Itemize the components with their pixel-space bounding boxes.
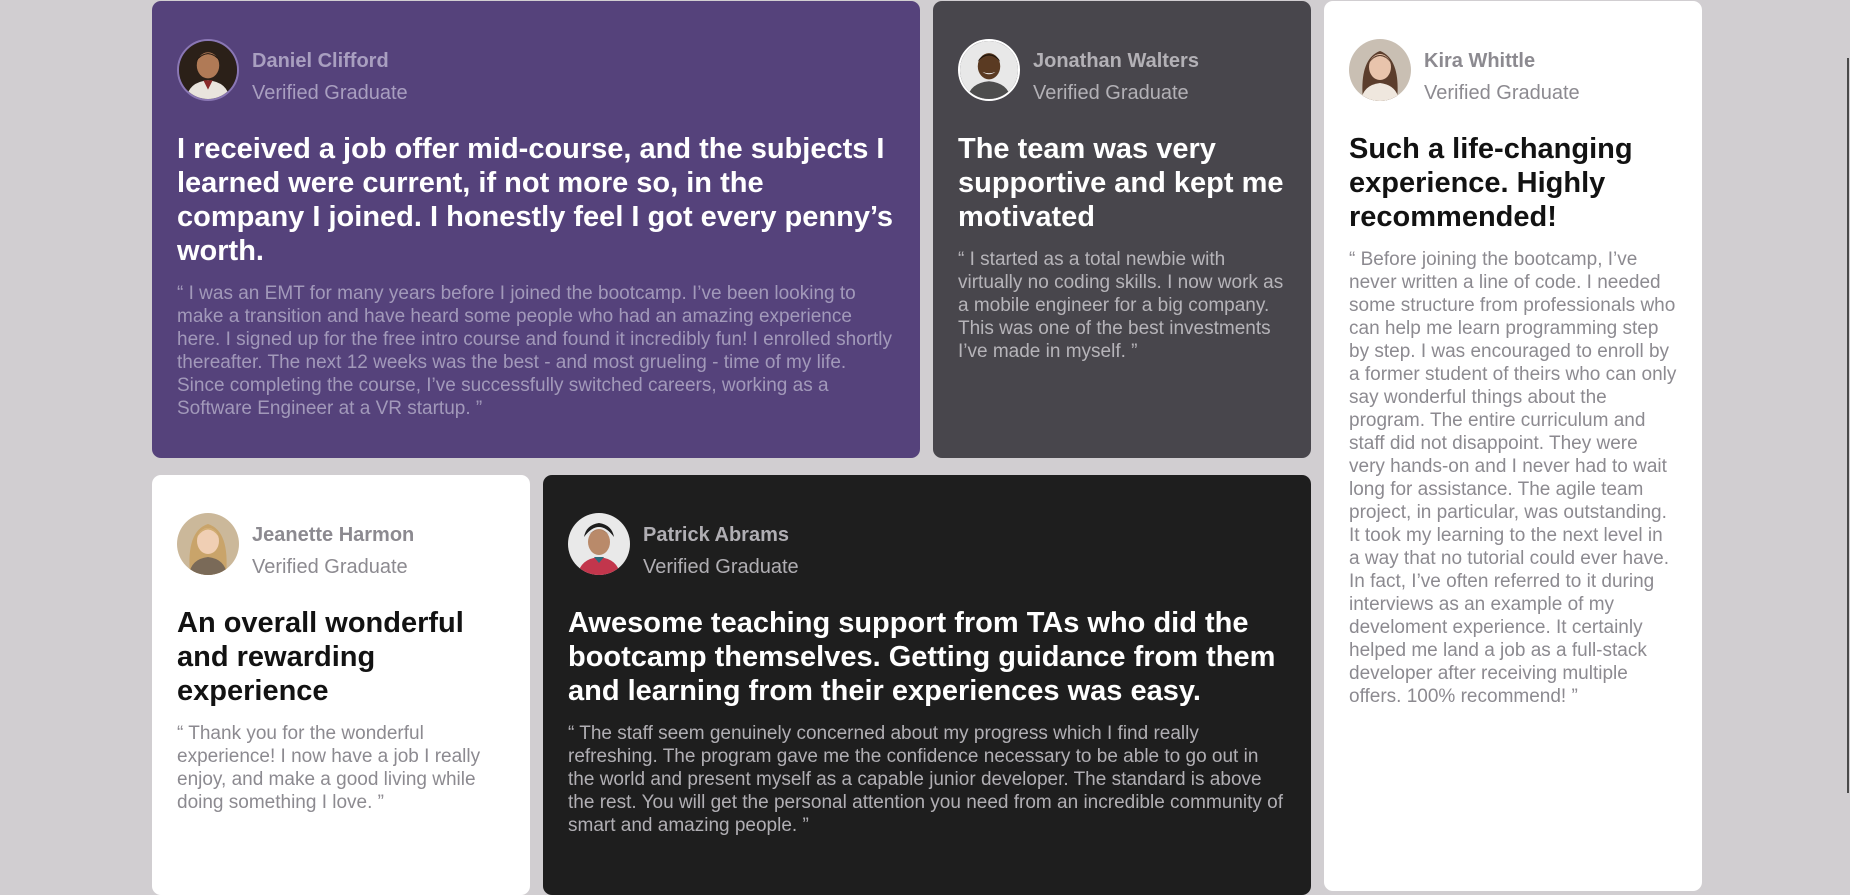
window-edge [1847, 58, 1849, 793]
author-role: Verified Graduate [1033, 82, 1189, 104]
avatar [568, 513, 630, 575]
testimonial-quote: “ Before joining the bootcamp, I’ve neve… [1349, 249, 1677, 707]
author-info: Jonathan Walters Verified Graduate [1033, 39, 1199, 103]
testimonial-card-patrick-abrams: Patrick Abrams Verified Graduate Awesome… [543, 475, 1311, 895]
testimonial-quote: “ I was an EMT for many years before I j… [177, 283, 893, 419]
testimonial-quote: “ I started as a total newbie with virtu… [958, 249, 1284, 362]
author-role: Verified Graduate [252, 82, 408, 104]
author-role: Verified Graduate [643, 556, 799, 578]
testimonial-card-jeanette-harmon: Jeanette Harmon Verified Graduate An ove… [152, 475, 530, 895]
testimonial-header: Patrick Abrams Verified Graduate [568, 513, 1286, 577]
testimonial-header: Daniel Clifford Verified Graduate [177, 39, 895, 103]
author-name: Daniel Clifford [252, 50, 389, 72]
author-info: Patrick Abrams Verified Graduate [643, 513, 799, 577]
person-avatar-icon [568, 513, 630, 575]
author-name: Patrick Abrams [643, 524, 789, 546]
author-name: Kira Whittle [1424, 50, 1536, 72]
author-info: Daniel Clifford Verified Graduate [252, 39, 408, 103]
person-avatar-icon [1349, 39, 1411, 101]
testimonial-headline: I received a job offer mid-course, and t… [177, 133, 894, 267]
avatar [177, 39, 239, 101]
testimonial-card-kira-whittle: Kira Whittle Verified Graduate Such a li… [1324, 1, 1702, 891]
person-avatar-icon [177, 513, 239, 575]
testimonial-header: Jeanette Harmon Verified Graduate [177, 513, 505, 577]
author-role: Verified Graduate [252, 556, 408, 578]
testimonial-headline: Awesome teaching support from TAs who di… [568, 607, 1276, 707]
testimonial-header: Jonathan Walters Verified Graduate [958, 39, 1286, 103]
testimonial-quote: “ The staff seem genuinely concerned abo… [568, 723, 1284, 836]
person-avatar-icon [960, 41, 1018, 99]
author-info: Kira Whittle Verified Graduate [1424, 39, 1580, 103]
person-avatar-icon [179, 41, 237, 99]
avatar [958, 39, 1020, 101]
testimonial-header: Kira Whittle Verified Graduate [1349, 39, 1677, 103]
author-name: Jonathan Walters [1033, 50, 1199, 72]
testimonial-headline: The team was very supportive and kept me… [958, 133, 1284, 233]
testimonial-headline: An overall wonderful and rewarding exper… [177, 607, 464, 707]
author-info: Jeanette Harmon Verified Graduate [252, 513, 414, 577]
testimonial-card-jonathan-walters: Jonathan Walters Verified Graduate The t… [933, 1, 1311, 458]
avatar [177, 513, 239, 575]
author-role: Verified Graduate [1424, 82, 1580, 104]
testimonial-headline: Such a life-changing experience. Highly … [1349, 133, 1633, 233]
testimonial-quote: “ Thank you for the wonderful experience… [177, 723, 481, 813]
author-name: Jeanette Harmon [252, 524, 415, 546]
testimonial-card-daniel-clifford: Daniel Clifford Verified Graduate I rece… [152, 1, 920, 458]
avatar [1349, 39, 1411, 101]
